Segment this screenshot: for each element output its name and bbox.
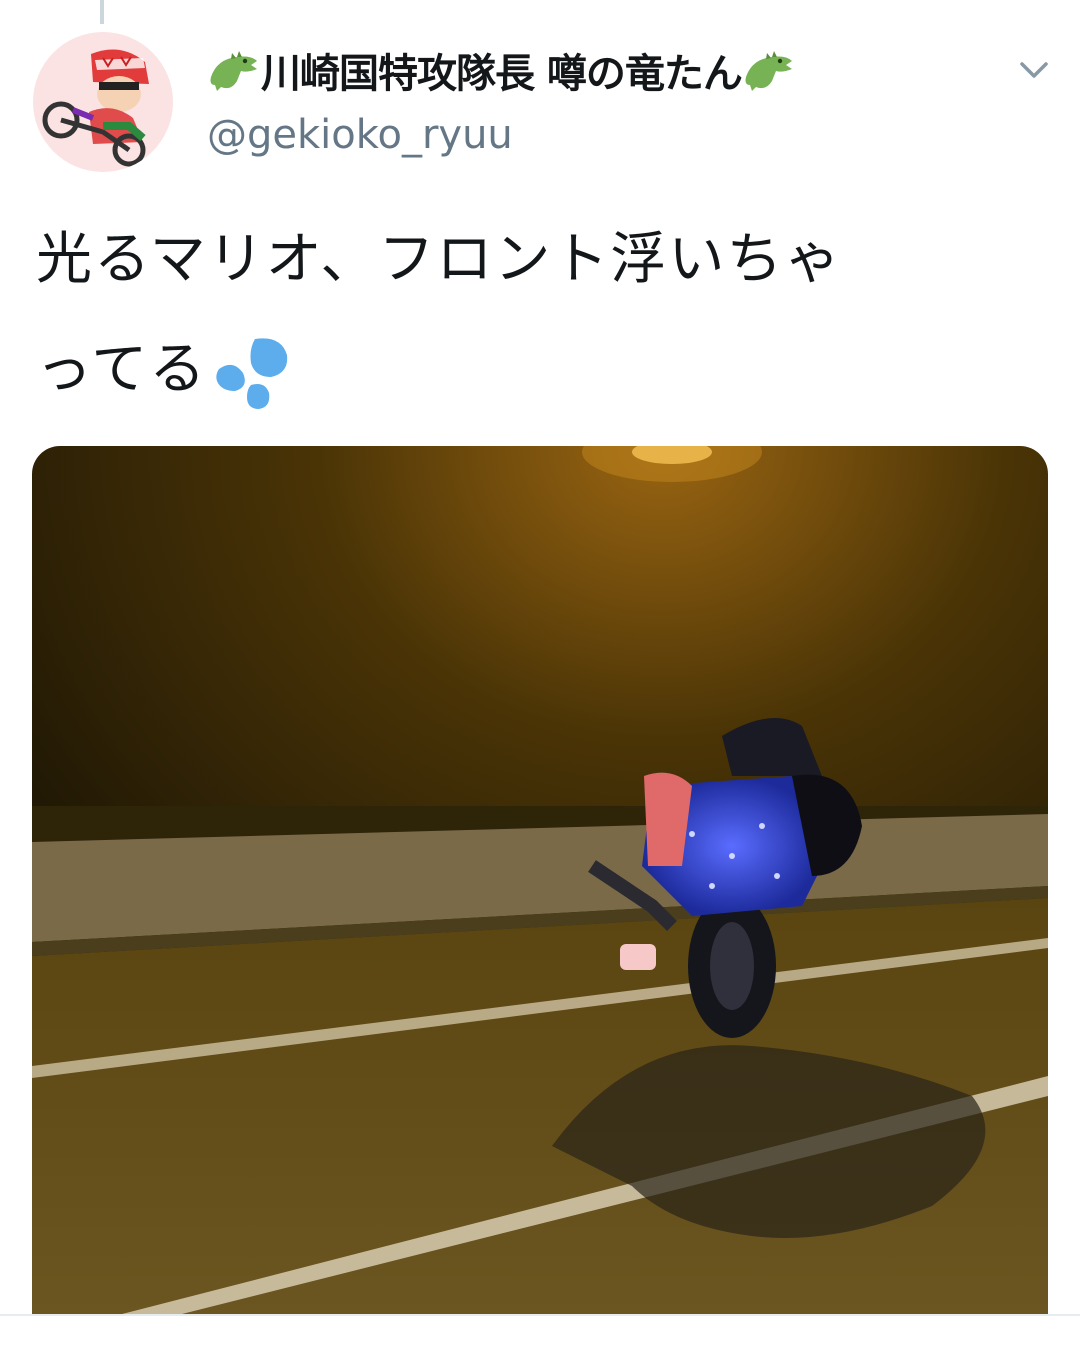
sweat-droplets-icon — [216, 338, 288, 409]
crocodile-icon — [745, 51, 792, 91]
chevron-down-icon[interactable] — [1016, 56, 1052, 84]
tweet-text: 光るマリオ、フロント浮いちゃ ってる — [36, 205, 1046, 425]
author-handle[interactable]: @gekioko_ryuu — [207, 112, 513, 158]
author-name-row[interactable]: 川崎国特攻隊長 噂の竜たん — [207, 40, 796, 100]
motorcycle-wheelie-night-scene — [32, 446, 1048, 1314]
tweet-media[interactable] — [32, 446, 1048, 1314]
thread-connector-line — [100, 0, 104, 24]
crocodile-icon — [210, 51, 257, 91]
tweet-text-line-1: 光るマリオ、フロント浮いちゃ — [36, 227, 843, 292]
tweet-divider — [0, 1314, 1080, 1316]
author-display-name: 川崎国特攻隊長 噂の竜たん — [261, 51, 743, 97]
tweet-text-line-2: ってる — [36, 337, 208, 402]
author-avatar[interactable] — [33, 32, 173, 172]
avatar-biker-illustration — [33, 32, 173, 172]
